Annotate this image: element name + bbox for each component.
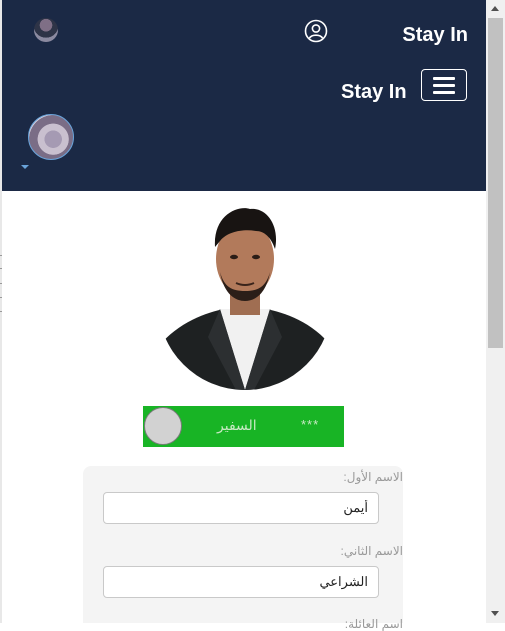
status-name: السفير [217,417,257,433]
top-avatar[interactable] [34,18,58,42]
scrollbar-thumb[interactable] [488,18,503,348]
status-bar: السفير *** [143,406,344,447]
scroll-down-icon[interactable] [491,611,499,616]
status-avatar [144,407,182,445]
user-circle-icon[interactable] [304,19,328,43]
caret-down-icon[interactable] [21,165,29,169]
brand-title[interactable]: Stay In [402,24,468,47]
third-name-label: اسم العائلة: [344,617,403,631]
brand-title-secondary[interactable]: Stay In [341,81,407,104]
profile-photo [158,208,332,390]
page: Stay In Stay In السفير *** [2,0,486,623]
first-name-label: الاسم الأول: [343,470,403,484]
side-avatar[interactable] [28,114,74,160]
header: Stay In Stay In [2,0,486,191]
hamburger-icon[interactable] [421,69,467,101]
first-name-input[interactable] [103,492,379,524]
status-stars: *** [301,417,320,432]
vertical-scrollbar[interactable] [486,0,505,623]
scroll-up-icon[interactable] [491,6,499,11]
second-name-input[interactable] [103,566,379,598]
second-name-label: الاسم الثاني: [340,544,404,558]
